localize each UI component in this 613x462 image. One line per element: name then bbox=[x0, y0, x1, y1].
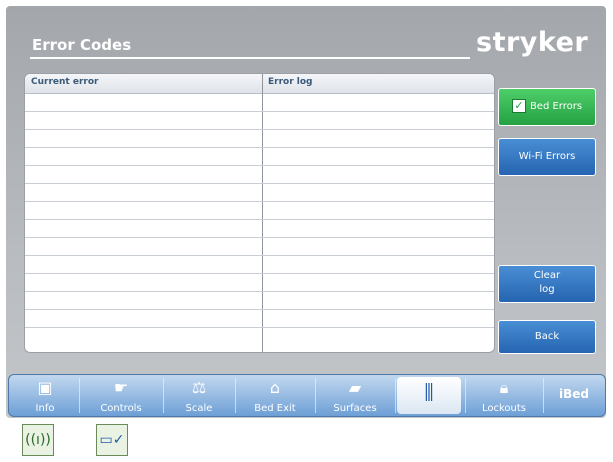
tab-bed-exit[interactable]: ⌂ Bed Exit bbox=[237, 375, 313, 416]
table-row-line bbox=[25, 219, 494, 220]
tab-bed-exit-label: Bed Exit bbox=[254, 403, 296, 414]
back-button[interactable]: Back bbox=[498, 320, 596, 354]
table-row-line bbox=[25, 111, 494, 112]
wifi-errors-button[interactable]: Wi-Fi Errors bbox=[498, 138, 596, 176]
wifi-errors-label: Wi-Fi Errors bbox=[518, 151, 576, 162]
toolbar-divider bbox=[79, 378, 80, 413]
tab-lockouts-label: Lockouts bbox=[481, 403, 527, 414]
tab-scale-label: Scale bbox=[185, 403, 213, 414]
clear-log-label-line2: log bbox=[539, 284, 555, 295]
table-row-line bbox=[25, 165, 494, 166]
table-row-line bbox=[25, 273, 494, 274]
bed-errors-label: Bed Errors bbox=[529, 101, 583, 112]
column-header-current-error: Current error bbox=[31, 77, 99, 87]
tab-controls[interactable]: ☛ Controls bbox=[81, 375, 161, 416]
clear-log-button[interactable]: Clear log bbox=[498, 265, 596, 303]
surfaces-icon: ▰ bbox=[348, 378, 362, 397]
column-header-error-log: Error log bbox=[268, 77, 313, 87]
toolbar-divider bbox=[395, 378, 396, 413]
table-row-line bbox=[25, 129, 494, 130]
ibed-icon: iBed bbox=[559, 387, 589, 401]
table-row-line bbox=[25, 291, 494, 292]
back-label: Back bbox=[534, 331, 560, 342]
table-row-line bbox=[25, 327, 494, 328]
table-row-line bbox=[25, 201, 494, 202]
scale-icon: ⚖ bbox=[191, 378, 207, 397]
controls-icon: ☛ bbox=[113, 378, 129, 397]
toolbar-divider bbox=[235, 378, 236, 413]
bed-errors-button[interactable]: ✓ Bed Errors bbox=[498, 88, 596, 126]
table-row-line bbox=[25, 237, 494, 238]
tab-info-label: Info bbox=[35, 403, 55, 414]
wifi-status-icon[interactable]: ((ı)) bbox=[22, 424, 54, 456]
tab-lockouts[interactable]: 🔒︎ Lockouts bbox=[467, 375, 541, 416]
column-divider bbox=[262, 74, 263, 352]
tab-info[interactable]: ▣ Info bbox=[13, 375, 77, 416]
tab-surfaces-label: Surfaces bbox=[333, 403, 377, 414]
toolbar-divider bbox=[315, 378, 316, 413]
toolbar-divider bbox=[543, 378, 544, 413]
bed-exit-icon: ⌂ bbox=[269, 378, 281, 397]
brand-logo: stryker bbox=[476, 27, 589, 58]
tab-ibed[interactable]: iBed bbox=[545, 375, 603, 416]
bottom-toolbar: ▣ Info ☛ Controls ⚖ Scale ⌂ Bed Exit ▰ S… bbox=[8, 374, 606, 417]
tab-surfaces[interactable]: ▰ Surfaces bbox=[317, 375, 393, 416]
error-table: Current error Error log bbox=[24, 73, 495, 353]
info-icon: ▣ bbox=[37, 378, 53, 397]
check-icon: ✓ bbox=[511, 99, 526, 113]
tab-controls-label: Controls bbox=[100, 403, 142, 414]
table-row-line bbox=[25, 309, 494, 310]
page-title: Error Codes bbox=[32, 36, 132, 54]
tab-settings[interactable]: ⫼ bbox=[397, 377, 461, 414]
title-underline bbox=[30, 57, 470, 59]
tab-scale[interactable]: ⚖ Scale bbox=[165, 375, 233, 416]
table-header: Current error Error log bbox=[25, 74, 494, 94]
bed-check-icon[interactable]: ▭✓ bbox=[96, 424, 128, 456]
table-row-line bbox=[25, 183, 494, 184]
settings-sliders-icon: ⫼ bbox=[424, 380, 434, 404]
clear-log-label-line1: Clear bbox=[533, 270, 561, 281]
toolbar-divider bbox=[465, 378, 466, 413]
table-row-line bbox=[25, 147, 494, 148]
table-row-line bbox=[25, 255, 494, 256]
lock-icon: 🔒︎ bbox=[499, 378, 509, 397]
toolbar-divider bbox=[163, 378, 164, 413]
